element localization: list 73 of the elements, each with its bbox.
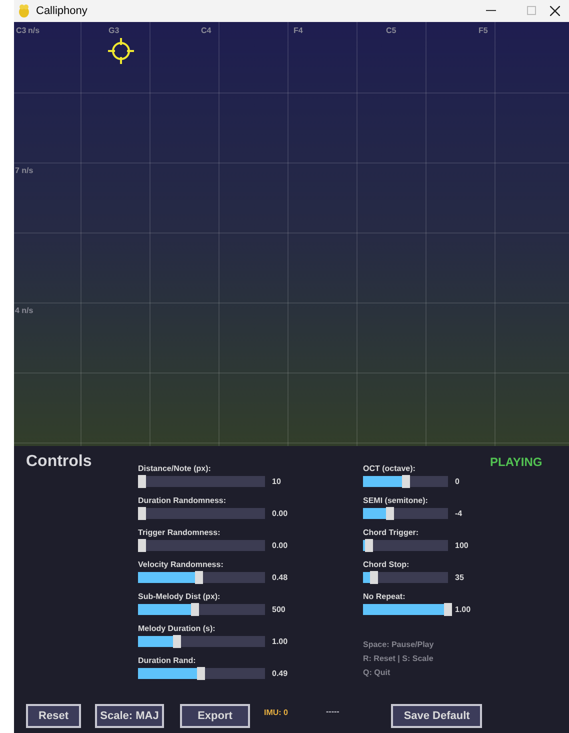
slider-thumb[interactable] (370, 571, 378, 584)
speed-label: 4 n/s (15, 305, 34, 317)
note-canvas[interactable]: C3 n/s G3 C4 F4 C5 F5 7 n/s 4 n/s (14, 22, 569, 446)
slider-label: SEMI (semitone): (363, 495, 429, 507)
slider-track[interactable] (363, 476, 448, 487)
slider-value: 35 (455, 572, 464, 583)
slider-track[interactable] (138, 540, 265, 551)
slider-label: Duration Randomness: (138, 495, 228, 507)
slider-thumb[interactable] (444, 603, 452, 616)
slider-value: 500 (272, 604, 286, 615)
speed-label: 7 n/s (15, 165, 34, 177)
slider-thumb[interactable] (386, 507, 394, 520)
note-label: G3 (108, 25, 120, 37)
shortcut-hint: Space: Pause/Play (363, 639, 434, 651)
slider-value: 0.00 (272, 540, 288, 551)
note-label: F4 (294, 25, 303, 37)
slider-value: -4 (455, 508, 462, 519)
note-label: C5 (386, 25, 396, 37)
slider-value: 100 (455, 540, 468, 551)
slider-track[interactable] (138, 572, 265, 583)
slider-track[interactable] (363, 540, 448, 551)
action-button[interactable]: Scale: MAJ (95, 704, 164, 728)
slider-track[interactable] (138, 476, 265, 487)
slider-thumb[interactable] (138, 475, 146, 488)
slider-fill (138, 636, 173, 647)
slider-track[interactable] (138, 604, 265, 615)
action-button[interactable]: Save Default (391, 704, 482, 728)
imu-readout: IMU: 0 (264, 707, 288, 719)
note-label: C4 (201, 25, 212, 37)
panel-title: Controls (26, 452, 92, 472)
app-icon (18, 4, 30, 18)
slider-label: Distance/Note (px): (138, 463, 212, 475)
slider-track[interactable] (138, 508, 265, 519)
note-label: F5 (478, 25, 488, 37)
slider-value: 1.00 (272, 636, 288, 647)
slider-label: Melody Duration (s): (138, 623, 216, 635)
slider-value: 0.00 (272, 508, 288, 519)
slider-track[interactable] (363, 572, 448, 583)
action-button[interactable]: Reset (26, 704, 81, 728)
slider-value: 0 (455, 476, 460, 487)
slider-fill (138, 572, 195, 583)
slider-label: Chord Stop: (363, 559, 410, 571)
slider-fill (363, 508, 386, 519)
shortcut-hint: Q: Quit (363, 667, 392, 679)
close-icon[interactable] (550, 6, 560, 16)
slider-label: Velocity Randomness: (138, 559, 224, 571)
slider-value: 0.49 (272, 668, 288, 679)
window-title: Calliphony (36, 4, 88, 19)
slider-label: Duration Rand: (138, 655, 197, 667)
slider-label: Sub-Melody Dist (px): (138, 591, 222, 603)
slider-value: 0.48 (272, 572, 288, 583)
slider-fill (138, 604, 190, 615)
slider-track[interactable] (138, 636, 265, 647)
shortcut-hint: R: Reset | S: Scale (363, 653, 434, 665)
note-label: C3 (16, 25, 26, 37)
slider-track[interactable] (138, 668, 265, 679)
slider-label: Trigger Randomness: (138, 527, 222, 539)
slider-fill (363, 476, 402, 487)
slider-thumb[interactable] (138, 507, 146, 520)
crosshair-icon (108, 38, 134, 64)
slider-value: 1.00 (455, 604, 471, 615)
slider-fill (363, 572, 370, 583)
status-label: PLAYING (490, 454, 542, 471)
status-indicator: ----- (326, 706, 340, 718)
slider-label: OCT (octave): (363, 463, 416, 475)
speed-label: n/s (28, 25, 40, 37)
slider-track[interactable] (363, 508, 448, 519)
action-button[interactable]: Export (180, 704, 250, 728)
slider-thumb[interactable] (138, 539, 146, 552)
slider-label: Chord Trigger: (363, 527, 420, 539)
slider-fill (138, 668, 197, 679)
slider-value: 10 (272, 476, 281, 487)
slider-label: No Repeat: (363, 591, 406, 603)
